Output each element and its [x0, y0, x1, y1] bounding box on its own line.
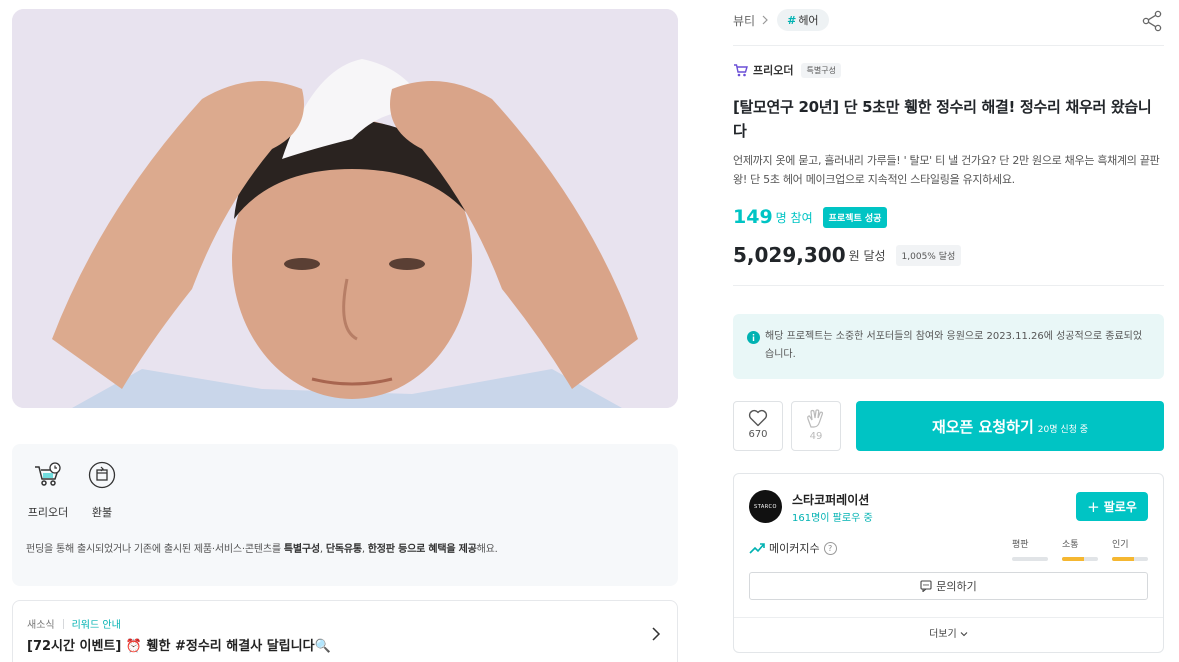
notice-text: 해당 프로젝트는 소중한 서포터들의 참여와 응원으로 2023.11.26에 … [765, 331, 1143, 360]
reopen-count: 20명 신청 중 [1037, 424, 1089, 435]
reopen-request-button[interactable]: 재오픈 요청하기 20명 신청 중 [856, 401, 1164, 451]
divider [734, 617, 1163, 618]
metric-reputation: 평판 [1012, 537, 1048, 561]
brand-name: 프리오더 [753, 64, 794, 77]
breadcrumb-tag-label: 헤어 [798, 14, 819, 27]
hash-icon: # [787, 13, 797, 27]
amount-stat: 5,029,300 원 달성 1,005% 달성 [733, 243, 962, 267]
more-button[interactable]: 더보기 [734, 625, 1163, 640]
participants-count: 149 [733, 206, 773, 228]
plus-icon: + [1087, 497, 1100, 516]
maker-index: 메이커지수 ? [749, 540, 837, 556]
clap-icon [807, 409, 824, 428]
benefit-refund-label: 환불 [91, 506, 113, 519]
maker-followers: 161명이 팔로우 중 [792, 513, 873, 524]
news-guide-link[interactable]: 리워드 안내 [72, 616, 121, 631]
divider [733, 285, 1164, 286]
amount-unit: 원 달성 [848, 248, 886, 263]
refund-box-icon [87, 460, 117, 490]
inquiry-label: 문의하기 [936, 580, 977, 593]
heart-icon [748, 409, 768, 427]
success-badge: 프로젝트 성공 [822, 206, 888, 228]
news-card[interactable]: 새소식 리워드 안내 [72시간 이벤트] ⏰ 휑한 #정수리 해결사 달립니다… [12, 600, 678, 662]
chevron-right-icon [762, 15, 768, 25]
maker-index-label: 메이커지수 [769, 542, 820, 555]
divider [733, 45, 1164, 46]
project-ended-notice: 해당 프로젝트는 소중한 서포터들의 참여와 응원으로 2023.11.26에 … [733, 314, 1164, 379]
participants-stat: 149 명 참여 프로젝트 성공 [733, 206, 888, 228]
metric-fill [1112, 557, 1134, 561]
breadcrumb: 뷰티 # 헤어 [733, 9, 829, 31]
benefit-description: 펀딩을 통해 출시되었거나 기존에 출시된 제품·서비스·콘텐츠를 특별구성, … [26, 544, 498, 555]
maker-card: STARCO 스타코퍼레이션 161명이 팔로우 중 + 팔로우 메이커지수 ?… [733, 473, 1164, 653]
like-count: 670 [748, 429, 768, 440]
maker-logo[interactable]: STARCO [749, 490, 782, 523]
reopen-label: 재오픈 요청하기 [931, 417, 1034, 436]
follow-button[interactable]: + 팔로우 [1076, 492, 1148, 521]
benefit-preorder: 프리오더 [24, 460, 72, 520]
project-description: 언제까지 옷에 묻고, 흘러내리 가루들! ' 탈모' 티 낼 건가요? 단 2… [733, 154, 1160, 186]
breadcrumb-category[interactable]: 뷰티 [733, 12, 755, 29]
benefit-refund: 환불 [78, 460, 126, 520]
help-icon[interactable]: ? [823, 541, 837, 555]
maker-name[interactable]: 스타코퍼레이션 [792, 491, 869, 508]
benefit-preorder-label: 프리오더 [27, 506, 69, 519]
chat-icon [920, 580, 932, 592]
chevron-right-icon[interactable] [651, 627, 661, 641]
cheer-count: 49 [809, 431, 823, 442]
amount-value: 5,029,300 [733, 243, 846, 267]
metric-label: 소통 [1062, 540, 1079, 550]
metric-bar [1012, 557, 1048, 561]
cart-clock-icon [33, 460, 63, 490]
follow-label: 팔로우 [1103, 500, 1137, 514]
inquiry-button[interactable]: 문의하기 [749, 572, 1148, 600]
news-meta-divider [62, 618, 64, 629]
cheer-button[interactable]: 49 [791, 401, 841, 451]
news-meta: 새소식 리워드 안내 [27, 616, 121, 631]
chevron-down-icon [960, 632, 968, 637]
brand-row: 프리오더 특별구성 [733, 62, 841, 78]
metric-fill [1062, 557, 1084, 561]
project-title: [탈모연구 20년] 단 5초만 휑한 정수리 해결! 정수리 채우러 왔습니다 [733, 98, 1152, 140]
brand-badge: 특별구성 [801, 62, 841, 78]
metric-label: 평판 [1012, 540, 1029, 550]
info-icon [747, 331, 760, 344]
project-hero-image [12, 9, 678, 408]
news-title[interactable]: [72시간 이벤트] ⏰ 휑한 #정수리 해결사 달립니다🔍 [27, 635, 331, 654]
participants-unit: 명 참여 [775, 210, 813, 225]
benefit-box: 프리오더 환불 펀딩을 통해 출시되었거나 기존에 출시된 제품·서비스·콘텐츠… [12, 444, 678, 586]
like-button[interactable]: 670 [733, 401, 783, 451]
achievement-badge: 1,005% 달성 [895, 244, 962, 266]
action-bar: 670 49 재오픈 요청하기 20명 신청 중 [733, 401, 1164, 451]
metric-bar [1112, 557, 1148, 561]
news-tag: 새소식 [27, 620, 55, 631]
more-label: 더보기 [929, 629, 957, 640]
metric-bar [1062, 557, 1098, 561]
share-icon[interactable] [1141, 10, 1163, 32]
metric-label: 인기 [1112, 540, 1129, 550]
metric-popularity: 인기 [1112, 537, 1148, 561]
trend-up-icon [749, 543, 765, 554]
preorder-cart-icon [734, 64, 748, 77]
breadcrumb-tag[interactable]: # 헤어 [777, 9, 829, 31]
metric-communication: 소통 [1062, 537, 1098, 561]
